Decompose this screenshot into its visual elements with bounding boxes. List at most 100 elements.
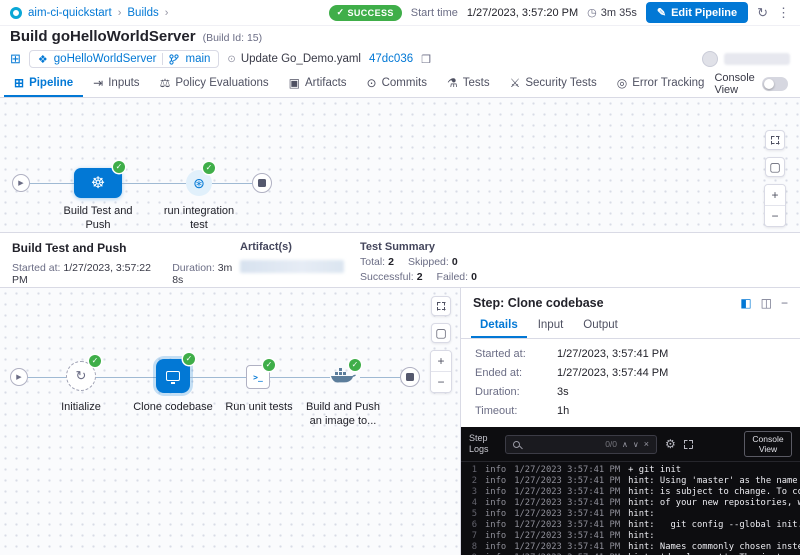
commit-message: ⊙ Update Go_Demo.yaml	[227, 53, 361, 65]
log-output[interactable]: 1 info 1/27/2023 3:57:41 PM + git init 2…	[461, 462, 800, 555]
tab-inputs[interactable]: ⇥ Inputs	[83, 70, 149, 97]
log-search-input[interactable]: 0/0 ∧ ∨ ×	[505, 435, 657, 454]
log-expand-icon[interactable]	[684, 440, 693, 449]
zoom-out-button[interactable]: −	[765, 206, 785, 226]
edit-pipeline-button[interactable]: ✎ Edit Pipeline	[646, 2, 748, 23]
connector-line	[122, 183, 186, 184]
check-icon: ✓	[337, 7, 345, 18]
stage-node-build-test-and-push[interactable]: ☸	[74, 168, 122, 198]
step-graph-canvas[interactable]: ▶ ↻ ✓ Initialize ✓ Clone codebase >_ ✓ R…	[0, 288, 460, 555]
fit-view-icon: ▢	[769, 160, 780, 174]
log-line: 6 info 1/27/2023 3:57:41 PM hint: git co…	[467, 520, 800, 531]
tab-label: Artifacts	[305, 77, 347, 89]
tab-error-tracking[interactable]: ◎ Error Tracking	[607, 70, 715, 97]
kebab-menu-icon[interactable]: ⋮	[777, 5, 790, 21]
stage-canvas-controls: ▢ + −	[764, 130, 786, 227]
commits-icon: ⊙	[367, 76, 377, 90]
inputs-icon: ⇥	[93, 76, 103, 90]
step-details-panel: Step: Clone codebase ◧ ◫ − Details Input…	[460, 288, 800, 555]
zoom-out-button[interactable]: −	[431, 372, 451, 392]
log-message: hint: of your new repositories, which w	[628, 498, 800, 509]
zoom-controls: + −	[430, 350, 452, 393]
log-console: Step Logs 0/0 ∧ ∨ × ⚙ Console View	[461, 427, 800, 555]
build-id: (Build Id: 15)	[203, 32, 263, 44]
console-view-button[interactable]: Console View	[744, 431, 792, 457]
skipped-value: 0	[452, 256, 458, 268]
fullscreen-icon	[771, 136, 780, 145]
minimize-icon[interactable]: −	[781, 296, 788, 310]
branch-link[interactable]: main	[185, 53, 210, 65]
breadcrumb-builds[interactable]: Builds	[127, 7, 158, 19]
title-row: Build goHelloWorldServer (Build Id: 15)	[0, 26, 800, 48]
tab-label: Tests	[463, 77, 490, 89]
step-label: Clone codebase	[130, 400, 216, 414]
connector-line	[96, 377, 156, 378]
triggered-by	[702, 51, 790, 67]
bottom-view-icon[interactable]: ◫	[761, 296, 772, 310]
refresh-icon[interactable]: ↻	[757, 5, 768, 21]
total-value: 2	[388, 256, 394, 268]
repo-name-link[interactable]: goHelloWorldServer	[54, 53, 157, 65]
page-title: Build goHelloWorldServer	[10, 28, 196, 45]
fit-view-button[interactable]: ▢	[431, 323, 451, 343]
copy-icon[interactable]: ❐	[421, 53, 431, 66]
fit-view-button[interactable]: ▢	[765, 157, 785, 177]
search-prev-icon[interactable]: ∧	[622, 440, 628, 449]
log-level: info	[485, 465, 506, 476]
stage-graph-canvas[interactable]: ▶ ☸ ✓ Build Test and Push ⊛ ✓ run integr…	[0, 98, 800, 232]
started-label: Started at:	[12, 262, 60, 274]
stage-label: run integration test	[154, 204, 244, 233]
tab-security-tests[interactable]: ⚔ Security Tests	[500, 70, 607, 97]
play-icon: ▶	[18, 179, 23, 187]
success-check-icon: ✓	[183, 353, 195, 365]
tab-details[interactable]: Details	[471, 313, 527, 338]
split-view-icon[interactable]: ◧	[740, 296, 751, 310]
connector-line	[28, 377, 66, 378]
console-view-toggle[interactable]	[762, 77, 788, 91]
tab-policy-evaluations[interactable]: ⚖ Policy Evaluations	[150, 70, 279, 97]
detail-label: Duration:	[475, 386, 557, 399]
connector-line	[270, 377, 330, 378]
breadcrumb-project[interactable]: aim-ci-quickstart	[28, 7, 112, 19]
redacted-artifact[interactable]	[240, 260, 344, 273]
tests-successful: Successful:2	[360, 271, 423, 283]
repo-chip: ❖ goHelloWorldServer main	[29, 50, 220, 68]
tab-pipeline[interactable]: ⊞ Pipeline	[4, 70, 83, 97]
fullscreen-button[interactable]	[765, 130, 785, 150]
test-summary-title: Test Summary	[360, 241, 788, 253]
search-clear-icon[interactable]: ×	[644, 439, 649, 449]
tests-failed: Failed:0	[437, 271, 477, 283]
tab-bar: ⊞ Pipeline ⇥ Inputs ⚖ Policy Evaluations…	[0, 70, 800, 98]
zoom-in-button[interactable]: +	[431, 351, 451, 371]
step-end-node[interactable]	[400, 367, 420, 387]
breadcrumb-separator: ›	[118, 7, 122, 19]
commit-message-text: Update Go_Demo.yaml	[241, 53, 361, 65]
edit-pipeline-label: Edit Pipeline	[671, 7, 737, 19]
log-timestamp: 1/27/2023 3:57:41 PM	[514, 520, 620, 531]
pipeline-start-node[interactable]: ▶	[12, 174, 30, 192]
search-next-icon[interactable]: ∨	[633, 440, 639, 449]
detail-row: Ended at: 1/27/2023, 3:57:44 PM	[475, 367, 786, 380]
zoom-in-button[interactable]: +	[765, 185, 785, 205]
stage-started: Started at: 1/27/2023, 3:57:22 PM	[12, 262, 156, 286]
console-view-toggle-group: Console View	[714, 70, 796, 97]
step-canvas-controls: ▢ + −	[430, 296, 452, 393]
step-start-node[interactable]: ▶	[10, 368, 28, 386]
tab-label: Pipeline	[29, 77, 73, 89]
success-check-icon: ✓	[89, 355, 101, 367]
detail-row: Started at: 1/27/2023, 3:57:41 PM	[475, 348, 786, 361]
stage-label: Build Test and Push	[53, 204, 143, 233]
tab-output[interactable]: Output	[574, 313, 627, 338]
log-settings-icon[interactable]: ⚙	[665, 437, 676, 451]
skipped-label: Skipped:	[408, 256, 449, 268]
tab-label: Commits	[382, 77, 427, 89]
tab-tests[interactable]: ⚗ Tests	[437, 70, 500, 97]
log-line-number: 2	[467, 476, 477, 487]
tab-input[interactable]: Input	[529, 313, 573, 338]
success-check-icon: ✓	[349, 359, 361, 371]
commit-hash-link[interactable]: 47dc036	[369, 53, 413, 65]
tab-artifacts[interactable]: ▣ Artifacts	[279, 70, 357, 97]
pipeline-end-node[interactable]	[252, 173, 272, 193]
tab-commits[interactable]: ⊙ Commits	[357, 70, 437, 97]
fullscreen-button[interactable]	[431, 296, 451, 316]
